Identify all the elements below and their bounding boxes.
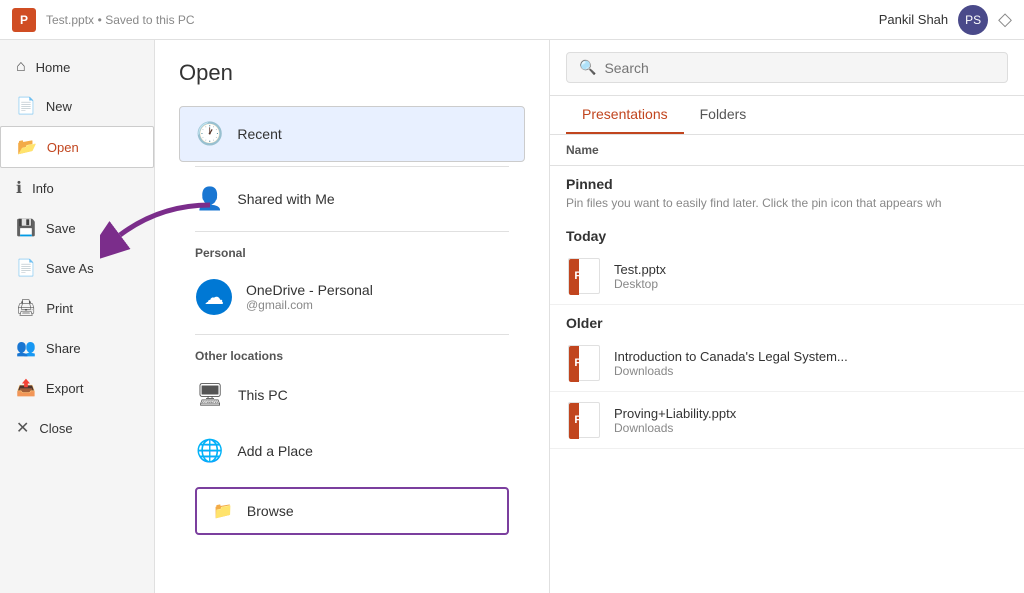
title-bar-right: Pankil Shah PS ◇ (879, 5, 1012, 35)
sidebar-open-label: Open (47, 140, 79, 155)
sidebar-item-home[interactable]: ⌂ Home (0, 48, 154, 86)
file-list-header: Name (550, 135, 1024, 166)
recent-icon: 🕐 (196, 121, 223, 147)
file-item-legal[interactable]: P Introduction to Canada's Legal System.… (550, 335, 1024, 392)
pptx-icon-liability: P (566, 402, 602, 438)
file-name-legal: Introduction to Canada's Legal System... (614, 349, 848, 364)
pptx-icon-test: P (566, 258, 602, 294)
panel-title: Open (179, 60, 525, 86)
share-icon: 👥 (16, 338, 36, 358)
pinned-desc: Pin files you want to easily find later.… (550, 196, 1024, 218)
thispc-label: This PC (238, 387, 288, 403)
pinned-title: Pinned (550, 166, 1024, 196)
file-info-liability: Proving+Liability.pptx Downloads (614, 406, 736, 435)
sidebar-new-label: New (46, 99, 72, 114)
saveas-icon: 📄 (16, 258, 36, 278)
diamond-icon: ◇ (998, 9, 1012, 30)
file-location-legal: Downloads (614, 364, 848, 378)
home-icon: ⌂ (16, 58, 26, 76)
sidebar-item-export[interactable]: 📤 Export (0, 368, 154, 408)
export-icon: 📤 (16, 378, 36, 398)
other-section-label: Other locations (179, 339, 525, 367)
sidebar-item-open[interactable]: 📂 Open (0, 126, 154, 168)
sidebar-item-share[interactable]: 👥 Share (0, 328, 154, 368)
sidebar-export-label: Export (46, 381, 84, 396)
thispc-option[interactable]: 🖥 This PC (179, 367, 525, 423)
addplace-label: Add a Place (237, 443, 313, 459)
browse-label: Browse (247, 503, 294, 519)
close-icon: ✕ (16, 418, 29, 438)
sidebar-item-print[interactable]: 🖨 Print (0, 288, 154, 328)
divider-1 (195, 166, 509, 167)
tabs-bar: Presentations Folders (550, 96, 1024, 135)
app-logo: P (12, 8, 36, 32)
doc-title: Test.pptx • Saved to this PC (46, 12, 879, 27)
sidebar-close-label: Close (39, 421, 72, 436)
file-name-liability: Proving+Liability.pptx (614, 406, 736, 421)
shared-icon: 👤 (196, 186, 223, 212)
onedrive-title: OneDrive - Personal (246, 282, 373, 298)
onedrive-sub: @gmail.com (246, 298, 373, 312)
file-location-test: Desktop (614, 277, 666, 291)
today-title: Today (550, 218, 1024, 248)
sidebar-item-close[interactable]: ✕ Close (0, 408, 154, 448)
divider-2 (195, 231, 509, 232)
sidebar-item-save[interactable]: 💾 Save (0, 208, 154, 248)
onedrive-info: OneDrive - Personal @gmail.com (246, 282, 373, 312)
sidebar-item-info[interactable]: ℹ Info (0, 168, 154, 208)
browse-button[interactable]: 📁 Browse (195, 487, 509, 535)
tab-presentations[interactable]: Presentations (566, 96, 684, 134)
addplace-icon: 🌐 (196, 438, 223, 464)
new-icon: 📄 (16, 96, 36, 116)
content-area: ⌂ Home 📄 New 📂 Open ℹ Info 💾 Save 📄 Save… (0, 40, 1024, 593)
file-info-legal: Introduction to Canada's Legal System...… (614, 349, 848, 378)
browse-icon: 📁 (213, 501, 233, 521)
file-name-test: Test.pptx (614, 262, 666, 277)
sidebar: ⌂ Home 📄 New 📂 Open ℹ Info 💾 Save 📄 Save… (0, 40, 155, 593)
sidebar-item-new[interactable]: 📄 New (0, 86, 154, 126)
file-list: Pinned Pin files you want to easily find… (550, 166, 1024, 593)
sidebar-info-label: Info (32, 181, 54, 196)
search-bar: 🔍 (550, 40, 1024, 96)
sidebar-print-label: Print (46, 301, 73, 316)
print-icon: 🖨 (16, 298, 36, 318)
right-panel: 🔍 Presentations Folders Name Pinned Pin … (550, 40, 1024, 593)
file-info-test: Test.pptx Desktop (614, 262, 666, 291)
title-bar: P Test.pptx • Saved to this PC Pankil Sh… (0, 0, 1024, 40)
file-item-liability[interactable]: P Proving+Liability.pptx Downloads (550, 392, 1024, 449)
pptx-icon-legal: P (566, 345, 602, 381)
search-input[interactable] (604, 60, 995, 76)
tab-folders[interactable]: Folders (684, 96, 763, 134)
sidebar-saveas-label: Save As (46, 261, 94, 276)
sidebar-home-label: Home (36, 60, 71, 75)
open-icon: 📂 (17, 137, 37, 157)
addplace-option[interactable]: 🌐 Add a Place (179, 423, 525, 479)
sidebar-item-saveas[interactable]: 📄 Save As (0, 248, 154, 288)
info-icon: ℹ (16, 178, 22, 198)
sidebar-save-label: Save (46, 221, 76, 236)
personal-section-label: Personal (179, 236, 525, 264)
sidebar-share-label: Share (46, 341, 81, 356)
search-icon: 🔍 (579, 59, 596, 76)
shared-option[interactable]: 👤 Shared with Me (179, 171, 525, 227)
older-title: Older (550, 305, 1024, 335)
file-item-test[interactable]: P Test.pptx Desktop (550, 248, 1024, 305)
thispc-icon: 🖥 (196, 382, 224, 408)
file-location-liability: Downloads (614, 421, 736, 435)
onedrive-icon: ☁ (196, 279, 232, 315)
center-panel: Open 🕐 Recent 👤 Shared with Me Personal … (155, 40, 550, 593)
recent-label: Recent (237, 126, 281, 142)
onedrive-option[interactable]: ☁ OneDrive - Personal @gmail.com (179, 264, 525, 330)
user-avatar[interactable]: PS (958, 5, 988, 35)
shared-label: Shared with Me (237, 191, 334, 207)
save-icon: 💾 (16, 218, 36, 238)
search-wrapper[interactable]: 🔍 (566, 52, 1008, 83)
divider-3 (195, 334, 509, 335)
recent-option[interactable]: 🕐 Recent (179, 106, 525, 162)
user-name: Pankil Shah (879, 12, 948, 27)
